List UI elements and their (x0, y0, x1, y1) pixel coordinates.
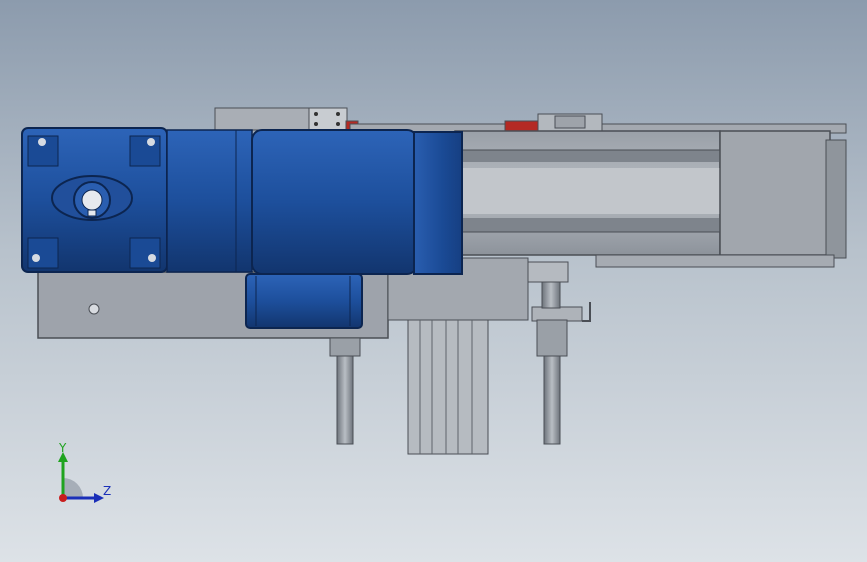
x-axis-dot-icon (59, 494, 67, 502)
z-axis-label: Z (103, 484, 111, 498)
top-bracket (214, 107, 359, 131)
motor-gearbox (21, 127, 168, 273)
cad-graphics-area[interactable]: Y Z (0, 0, 867, 562)
coordinate-triad: Y Z (58, 441, 111, 503)
motor-flange (166, 129, 253, 273)
guide-rod-right (536, 281, 568, 445)
upper-carriage (349, 113, 847, 134)
cad-model-assembly[interactable] (0, 0, 867, 562)
y-axis-label: Y (58, 441, 67, 455)
triad-plane-shading (63, 478, 83, 498)
linear-rail (454, 130, 847, 268)
guide-rod-left (329, 337, 361, 445)
